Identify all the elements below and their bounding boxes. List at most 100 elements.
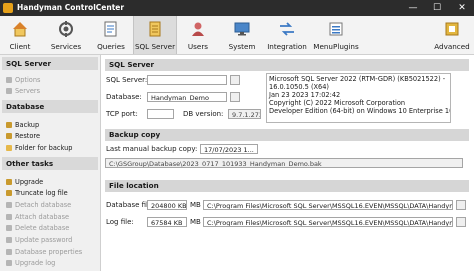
database-select[interactable]: Handyman_Demo (147, 92, 227, 102)
app-logo-icon (3, 3, 13, 13)
sidebar-item-label: Detach database (15, 201, 72, 209)
properties-icon (6, 249, 12, 255)
users-icon (192, 22, 204, 36)
sidebar-item-label: Attach database (15, 213, 70, 221)
window-title: Handyman ControlCenter (17, 3, 125, 12)
log-icon (6, 260, 12, 266)
sidebar-item-label: Truncate log file (15, 189, 68, 197)
restore-icon (6, 133, 12, 139)
log-file-browse-button[interactable] (456, 217, 466, 227)
sidebar-item-database-properties[interactable]: Database properties (6, 247, 82, 257)
toolbar-users-label: Users (187, 42, 209, 51)
toolbar-advanced-label: Advanced (434, 42, 470, 51)
sidebar-item-detach-database[interactable]: Detach database (6, 200, 71, 210)
sidebar-item-update-password[interactable]: Update password (6, 235, 72, 245)
client-icon (13, 22, 27, 37)
db-version-label: DB version: (183, 110, 224, 118)
tcp-port-label: TCP port: (106, 110, 138, 118)
backup-section-header: Backup copy (105, 129, 469, 141)
database-file-size: 204800 KB (147, 200, 187, 210)
sidebar-item-label: Update password (15, 236, 73, 244)
log-file-unit: MB (190, 218, 201, 226)
sidebar-item-options[interactable]: Options (6, 75, 40, 85)
database-label: Database: (106, 93, 142, 101)
delete-icon (6, 225, 12, 231)
toolbar-system-label: System (228, 42, 256, 51)
sidebar-item-label: Backup (15, 121, 40, 129)
log-file-size: 67584 KB (147, 217, 187, 227)
toolbar-client-button[interactable]: Client (0, 16, 40, 54)
servers-icon (6, 88, 12, 94)
sidebar-item-truncate-log-file[interactable]: Truncate log file (6, 188, 68, 198)
last-backup-value: 17/07/2023 1... (200, 144, 258, 154)
sidebar-item-label: Restore (15, 132, 41, 140)
database-browse-button[interactable] (230, 92, 240, 102)
toolbar-users-button[interactable]: Users (180, 16, 216, 54)
sidebar-section-database[interactable]: Database (2, 100, 98, 113)
database-file-path: C:\Program Files\Microsoft SQL Server\MS… (203, 200, 453, 210)
backup-path-field: C:\GSGroup\Database\2023_0717_101933_Han… (105, 158, 463, 168)
minimize-button[interactable]: — (402, 0, 424, 16)
sidebar-item-upgrade[interactable]: Upgrade (6, 177, 43, 187)
toolbar-client-label: Client (9, 42, 31, 51)
upgrade-icon (6, 179, 12, 185)
toolbar-queries-label: Queries (97, 42, 125, 51)
queries-icon (104, 21, 117, 37)
detach-icon (6, 202, 12, 208)
tcp-port-input[interactable] (147, 109, 174, 119)
db-version-value: 9.7.1.2730 (228, 109, 261, 119)
toolbar-menu-plugins-button[interactable]: MenuPlugins (312, 16, 360, 54)
toolbar-sql-server-button[interactable]: SQL Server (133, 16, 177, 54)
folder-icon (6, 145, 12, 151)
file-location-section-header: File location (105, 180, 469, 192)
last-backup-label: Last manual backup copy: (106, 145, 198, 153)
sql-server-info-line: Developer Edition (64-bit) on Windows 10… (269, 106, 451, 115)
sidebar-item-upgrade-log[interactable]: Upgrade log (6, 258, 55, 268)
menu-plugins-icon (329, 22, 343, 36)
sidebar-item-label: Delete database (15, 224, 70, 232)
sql-server-browse-button[interactable] (230, 75, 240, 85)
sidebar-item-label: Upgrade (15, 178, 44, 186)
sidebar: SQL Server Options Servers Database Back… (0, 55, 101, 271)
sidebar-item-label: Upgrade log (15, 259, 56, 267)
advanced-icon (445, 22, 459, 36)
sidebar-section-sql-server[interactable]: SQL Server (2, 57, 98, 70)
toolbar-sql-server-label: SQL Server (134, 42, 176, 51)
integration-icon (280, 22, 294, 36)
backup-icon (6, 122, 12, 128)
system-icon (234, 22, 250, 36)
sidebar-section-other-tasks[interactable]: Other tasks (2, 157, 98, 170)
services-icon (59, 21, 73, 37)
sql-server-input[interactable] (147, 75, 227, 85)
toolbar-integration-button[interactable]: Integration (264, 16, 310, 54)
toolbar-services-label: Services (50, 42, 82, 51)
sql-server-icon (149, 21, 161, 37)
toolbar-menu-plugins-label: MenuPlugins (313, 42, 359, 51)
title-bar: Handyman ControlCenter — ☐ ✕ (0, 0, 474, 16)
main-toolbar: Client Services Queries SQL Server Users… (0, 16, 474, 55)
toolbar-integration-label: Integration (267, 42, 307, 51)
sidebar-item-label: Folder for backup (15, 144, 73, 152)
toolbar-services-button[interactable]: Services (44, 16, 88, 54)
sidebar-item-folder-for-backup[interactable]: Folder for backup (6, 143, 72, 153)
sql-server-section-header: SQL Server (105, 59, 469, 71)
toolbar-advanced-button[interactable]: Advanced (432, 16, 472, 54)
database-file-unit: MB (190, 201, 201, 209)
toolbar-queries-button[interactable]: Queries (90, 16, 132, 54)
options-icon (6, 77, 12, 83)
log-file-label: Log file: (106, 218, 134, 226)
sidebar-item-attach-database[interactable]: Attach database (6, 212, 69, 222)
close-button[interactable]: ✕ (451, 0, 473, 16)
database-file-browse-button[interactable] (456, 200, 466, 210)
sidebar-item-restore[interactable]: Restore (6, 131, 40, 141)
sidebar-item-delete-database[interactable]: Delete database (6, 223, 69, 233)
sql-server-label: SQL Server: (106, 76, 148, 84)
sidebar-item-servers[interactable]: Servers (6, 86, 40, 96)
sidebar-item-label: Database properties (15, 248, 83, 256)
log-file-path: C:\Program Files\Microsoft SQL Server\MS… (203, 217, 453, 227)
sidebar-item-label: Options (15, 76, 41, 84)
sql-server-info-box: Microsoft SQL Server 2022 (RTM-GDR) (KB5… (266, 73, 451, 123)
maximize-button[interactable]: ☐ (426, 0, 448, 16)
sidebar-item-backup[interactable]: Backup (6, 120, 39, 130)
toolbar-system-button[interactable]: System (222, 16, 262, 54)
